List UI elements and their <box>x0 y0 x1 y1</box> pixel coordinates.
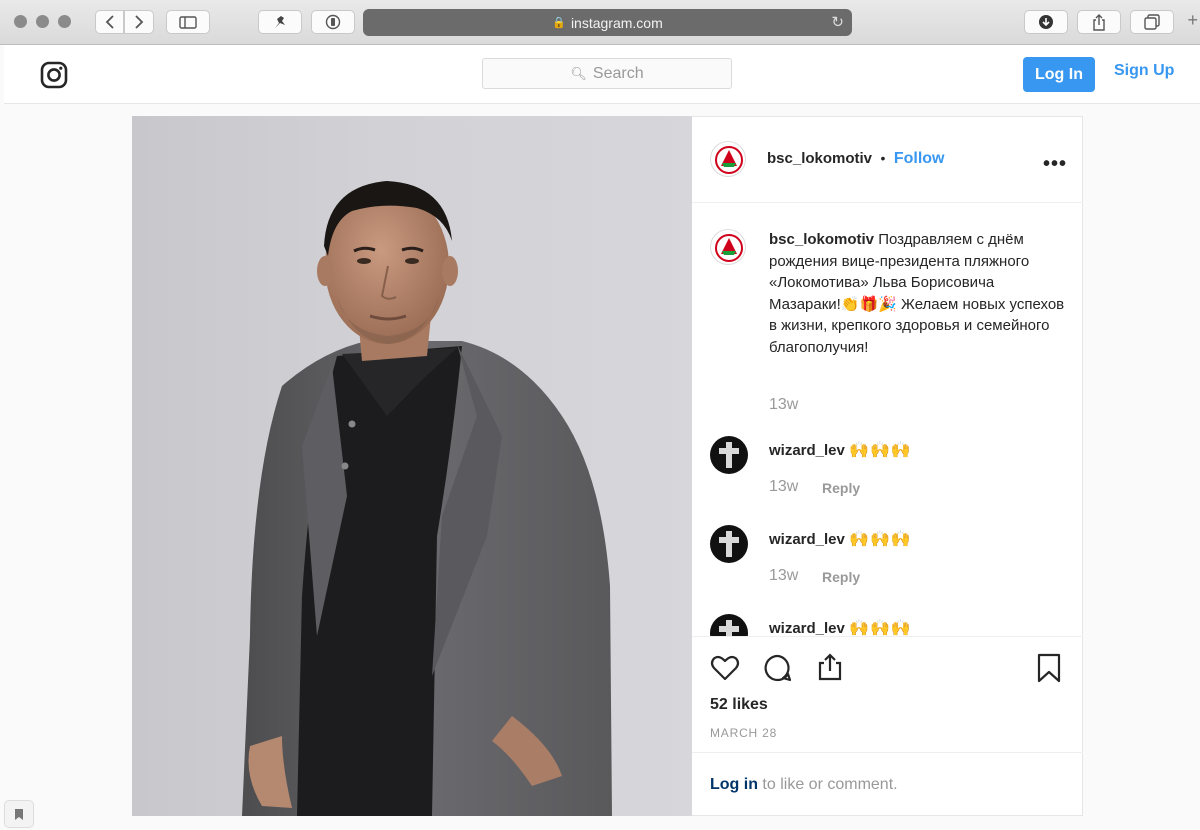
sidebar-icon[interactable] <box>166 10 210 34</box>
comment-timestamp[interactable]: 13w <box>769 478 798 496</box>
comment-username[interactable]: wizard_lev <box>769 620 845 636</box>
minimize-dot[interactable] <box>36 15 49 28</box>
cross-icon <box>719 442 739 468</box>
url-text: instagram.com <box>570 14 663 31</box>
comment-avatar[interactable] <box>710 436 748 474</box>
login-prompt: Log in to like or comment. <box>692 752 1083 817</box>
signup-link[interactable]: Sign Up <box>1114 62 1174 80</box>
login-link[interactable]: Log in <box>710 776 758 793</box>
post-actions: 52 likes MARCH 28 <box>692 636 1083 753</box>
comment-avatar[interactable] <box>710 525 748 563</box>
caption-avatar[interactable] <box>710 229 746 265</box>
comment-text: 🙌🙌🙌 <box>849 531 912 548</box>
follow-button[interactable]: Follow <box>894 150 945 167</box>
post-date[interactable]: MARCH 28 <box>710 726 777 740</box>
post-panel: bsc_lokomotiv • Follow ••• bsc_lokomotiv… <box>692 116 1083 816</box>
download-icon[interactable] <box>1024 10 1068 34</box>
comments-list[interactable]: bsc_lokomotiv Поздравляем с днём рождени… <box>692 203 1083 636</box>
login-button[interactable]: Log In <box>1023 57 1095 92</box>
post-header: bsc_lokomotiv • Follow ••• <box>692 117 1083 203</box>
zoom-dot[interactable] <box>58 15 71 28</box>
instagram-header: 🔍︎ Search Log In Sign Up <box>4 45 1200 104</box>
share-icon[interactable] <box>815 652 845 682</box>
post-caption: bsc_lokomotiv Поздравляем с днём рождени… <box>769 229 1069 358</box>
forward-icon[interactable] <box>124 10 154 34</box>
new-tab-icon[interactable]: + <box>1182 10 1200 44</box>
comment-text: 🙌🙌🙌 <box>849 620 912 636</box>
separator-bullet: • <box>880 150 886 166</box>
reload-icon[interactable]: ↻ <box>831 13 844 31</box>
instagram-logo-icon[interactable] <box>40 61 68 89</box>
tabs-icon[interactable] <box>1130 10 1174 34</box>
comment-row: wizard_lev 🙌🙌🙌 <box>769 529 912 549</box>
cross-icon <box>719 531 739 557</box>
caption-username[interactable]: bsc_lokomotiv <box>769 231 874 248</box>
bookmark-icon[interactable] <box>4 800 34 828</box>
comment-avatar[interactable] <box>710 614 748 636</box>
lokomotiv-logo-icon <box>715 234 743 262</box>
heart-icon[interactable] <box>710 653 740 683</box>
comment-icon[interactable] <box>763 653 793 683</box>
post-photo[interactable] <box>132 116 692 816</box>
lock-icon: 🔒 <box>552 17 566 29</box>
comment-row: wizard_lev 🙌🙌🙌 <box>769 440 912 460</box>
reply-button[interactable]: Reply <box>822 480 860 496</box>
back-icon[interactable] <box>95 10 124 34</box>
browser-window: 🔒 instagram.com ↻ + 🔍︎ Search Log In Sig… <box>0 0 1200 830</box>
post-author-row: bsc_lokomotiv • Follow <box>767 150 945 168</box>
cross-icon <box>719 620 739 636</box>
caption-text: Поздравляем с днём рождения вице-президе… <box>769 231 1065 356</box>
extension-icon[interactable] <box>258 10 302 34</box>
comment-text: 🙌🙌🙌 <box>849 442 912 459</box>
address-bar[interactable]: 🔒 instagram.com ↻ <box>363 9 852 36</box>
share-icon[interactable] <box>1077 10 1121 34</box>
save-bookmark-icon[interactable] <box>1034 653 1064 683</box>
login-prompt-text: to like or comment. <box>757 776 898 793</box>
search-input[interactable]: 🔍︎ Search <box>482 58 732 89</box>
caption-timestamp[interactable]: 13w <box>769 396 798 414</box>
comment-row: wizard_lev 🙌🙌🙌 <box>769 618 912 636</box>
comment-username[interactable]: wizard_lev <box>769 531 845 548</box>
browser-toolbar: 🔒 instagram.com ↻ + <box>0 0 1200 45</box>
comment-username[interactable]: wizard_lev <box>769 442 845 459</box>
likes-count[interactable]: 52 likes <box>710 696 768 714</box>
search-icon: 🔍︎ <box>570 65 587 81</box>
close-dot[interactable] <box>14 15 27 28</box>
comment-timestamp[interactable]: 13w <box>769 567 798 585</box>
search-placeholder: Search <box>592 64 644 82</box>
reply-button[interactable]: Reply <box>822 569 860 585</box>
post-username[interactable]: bsc_lokomotiv <box>767 150 872 167</box>
lokomotiv-avatar[interactable] <box>710 141 746 177</box>
more-options-icon[interactable]: ••• <box>1043 153 1067 176</box>
reader-icon[interactable] <box>311 10 355 34</box>
lokomotiv-logo-icon <box>715 146 743 174</box>
portrait-illustration <box>242 181 612 816</box>
